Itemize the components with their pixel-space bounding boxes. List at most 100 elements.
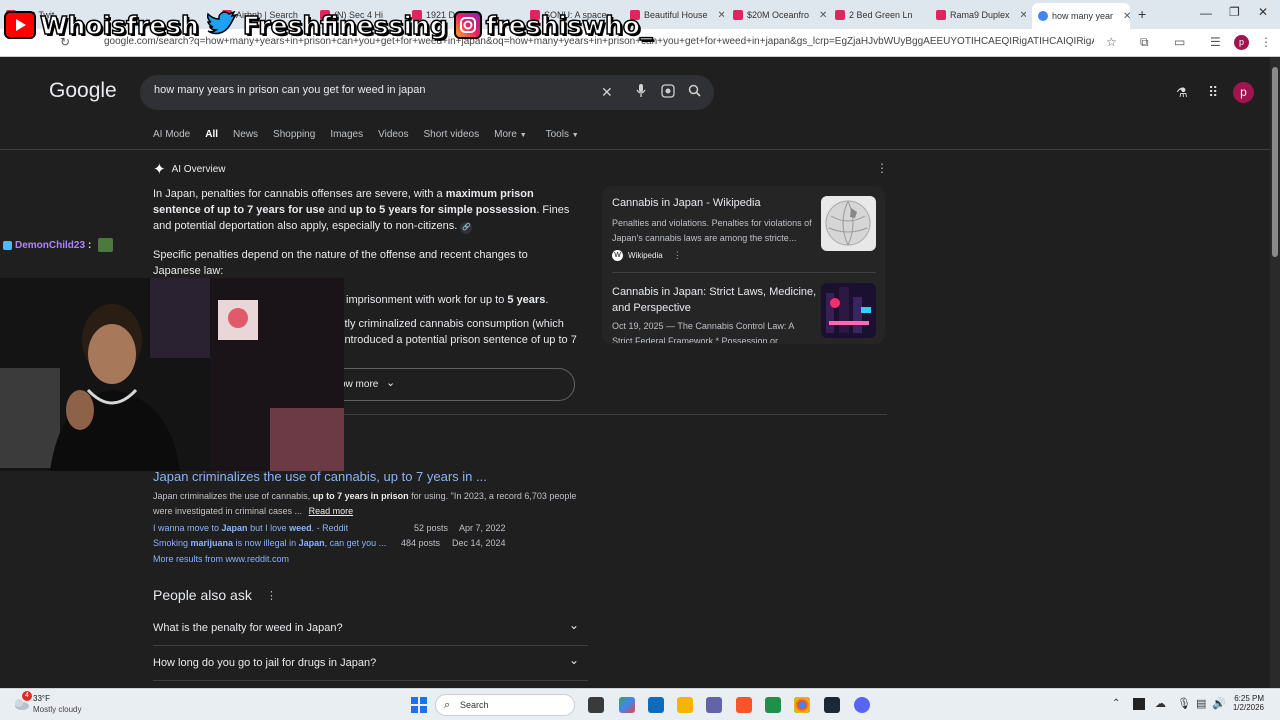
dropdown-icon: ▼ <box>519 132 527 139</box>
teams-icon[interactable] <box>706 697 722 713</box>
scrollbar-thumb[interactable] <box>1272 67 1278 257</box>
ai-overview-bullet-2: itly criminalized cannabis consumption (… <box>342 318 577 346</box>
instagram-handle: freshiswho_ <box>453 10 653 40</box>
google-icon <box>1038 11 1048 21</box>
browser-tab-active[interactable]: how many year ✕ <box>1032 3 1130 29</box>
tab-ai-mode[interactable]: AI Mode <box>153 129 190 140</box>
tab-videos[interactable]: Videos <box>378 129 408 140</box>
search-input[interactable] <box>154 84 584 96</box>
result-sublink[interactable]: I wanna move to Japan but I love weed. -… <box>153 523 513 533</box>
new-tab-icon[interactable]: + <box>1138 6 1146 22</box>
stream-social-overlay: Whoisfresh Freshfinessing freshiswho_ <box>4 6 653 44</box>
google-logo[interactable]: Google <box>49 79 117 103</box>
close-icon[interactable]: ✕ <box>718 10 724 21</box>
search-icon[interactable] <box>688 84 701 100</box>
tab-shopping[interactable]: Shopping <box>273 129 315 140</box>
tab-all[interactable]: All <box>205 129 218 140</box>
twitter-bird-icon <box>205 11 239 39</box>
tab-tools[interactable]: Tools ▼ <box>546 129 579 140</box>
steam-icon[interactable] <box>824 697 840 713</box>
weather-icon[interactable]: 4 <box>12 691 32 713</box>
more-options-icon[interactable]: ⋮ <box>673 250 682 261</box>
window-close-icon[interactable]: ✕ <box>1258 5 1268 19</box>
chrome-icon[interactable] <box>794 697 810 713</box>
globe-thumbnail[interactable] <box>821 196 876 251</box>
copilot-icon[interactable] <box>619 697 635 713</box>
browser-tab[interactable]: 2 Bed Green Ln✕ <box>835 5 921 25</box>
tab-favicon-icon <box>733 10 743 20</box>
microphone-icon[interactable] <box>636 84 646 101</box>
tray-overflow-icon[interactable]: ⌃ <box>1112 698 1120 709</box>
tab-images[interactable]: Images <box>330 129 363 140</box>
network-icon[interactable]: ▤ <box>1196 697 1206 710</box>
cast-icon[interactable]: ▭ <box>1174 35 1185 49</box>
source-title[interactable]: Cannabis in Japan: Strict Laws, Medicine… <box>612 284 817 316</box>
more-results-link[interactable]: More results from www.reddit.com <box>153 554 289 564</box>
more-options-icon[interactable]: ⋮ <box>266 589 277 602</box>
chat-message: DemonChild23 : <box>3 238 114 252</box>
store-icon[interactable] <box>648 697 664 713</box>
search-tabs: AI Mode All News Shopping Images Videos … <box>153 129 594 140</box>
account-avatar[interactable]: p <box>1233 82 1254 103</box>
tray-app-icon[interactable] <box>1133 698 1145 710</box>
ai-overview-bullet-1: imprisonment with work for up to 5 years… <box>346 294 549 306</box>
brave-icon[interactable] <box>736 697 752 713</box>
tab-short-videos[interactable]: Short videos <box>424 129 480 140</box>
dropdown-icon: ▼ <box>571 132 579 139</box>
clock[interactable]: 6:25 PM 1/2/2026 <box>1228 694 1264 712</box>
close-icon[interactable]: ✕ <box>1123 11 1130 22</box>
windows-start-icon[interactable] <box>411 697 427 713</box>
source-snippet: Penalties and violations. Penalties for … <box>612 218 812 243</box>
source-title[interactable]: Cannabis in Japan - Wikipedia <box>612 197 812 209</box>
paa-question[interactable]: What is the penalty for weed in Japan? ⌄ <box>153 612 588 646</box>
more-options-icon[interactable]: ⋮ <box>876 161 888 175</box>
volume-icon[interactable]: 🔊 <box>1212 697 1226 710</box>
search-box[interactable]: ✕ <box>140 75 714 110</box>
paa-question[interactable]: How long do you go to jail for drugs in … <box>153 647 588 681</box>
streamer-webcam <box>0 278 344 471</box>
chat-emote-icon <box>98 238 114 252</box>
browser-tab[interactable]: Rama9 Duplex ✕ <box>936 5 1026 25</box>
header-divider <box>0 149 1270 150</box>
source-site: W Wikipedia ⋮ <box>612 250 682 261</box>
app-icon[interactable] <box>765 697 781 713</box>
lens-camera-icon[interactable] <box>661 84 675 101</box>
link-icon[interactable]: 🔗 <box>460 222 473 234</box>
chat-badge-icon <box>3 240 12 250</box>
browser-tab[interactable]: $20M Oceanfro ✕ <box>733 5 829 25</box>
result-title-link[interactable]: Japan criminalizes the use of cannabis, … <box>153 469 487 484</box>
reading-list-icon[interactable]: ☰ <box>1210 35 1221 49</box>
microphone-icon[interactable]: 🎙 <box>1177 697 1191 710</box>
youtube-handle: Whoisfresh <box>4 10 200 40</box>
neon-city-thumbnail[interactable] <box>821 283 876 338</box>
bookmark-star-icon[interactable]: ☆ <box>1106 35 1117 49</box>
page-scrollbar[interactable] <box>1270 57 1280 688</box>
task-view-icon[interactable] <box>588 697 604 713</box>
labs-flask-icon[interactable]: ⚗ <box>1176 85 1188 101</box>
instagram-icon <box>453 11 482 39</box>
file-explorer-icon[interactable] <box>677 697 693 713</box>
tab-more[interactable]: More ▼ <box>494 129 527 140</box>
taskbar-search[interactable]: ⌕ Search <box>435 694 575 716</box>
close-icon[interactable]: ✕ <box>819 10 827 21</box>
chevron-down-icon: ⌄ <box>386 377 396 389</box>
tray-cloud-icon[interactable]: ☁ <box>1155 697 1166 710</box>
ai-overview-paragraph: In Japan, penalties for cannabis offense… <box>153 188 570 234</box>
maximize-icon[interactable]: ❐ <box>1229 5 1240 19</box>
source-snippet: Oct 19, 2025 — The Cannabis Control Law:… <box>612 321 794 343</box>
close-icon[interactable]: ✕ <box>1020 10 1026 21</box>
tab-news[interactable]: News <box>233 129 258 140</box>
extensions-icon[interactable]: ⧉ <box>1140 35 1149 50</box>
result-sublink[interactable]: Smoking marijuana is now illegal in Japa… <box>153 538 513 548</box>
search-icon: ⌕ <box>444 699 451 711</box>
minimize-icon[interactable]: — <box>1200 6 1212 20</box>
discord-icon[interactable] <box>854 697 870 713</box>
profile-avatar[interactable]: p <box>1234 35 1249 50</box>
apps-grid-icon[interactable]: ⠿ <box>1208 84 1218 101</box>
twitter-handle: Freshfinessing <box>205 10 448 40</box>
read-more-link[interactable]: Read more <box>309 506 354 516</box>
chevron-down-icon: ⌄ <box>569 653 580 667</box>
menu-icon[interactable]: ⋮ <box>1260 35 1272 49</box>
clear-icon[interactable]: ✕ <box>601 84 613 101</box>
tab-favicon-icon <box>835 10 845 20</box>
